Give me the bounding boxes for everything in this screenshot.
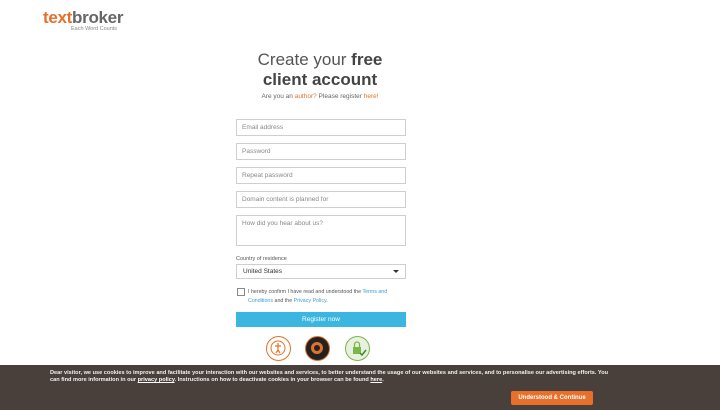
author-link[interactable]: author? bbox=[295, 93, 317, 100]
cookie-text: Dear visitor, we use cookies to improve … bbox=[50, 370, 610, 384]
seal-badge-icon bbox=[266, 336, 291, 361]
logo-tagline: Each Word Counts bbox=[71, 26, 118, 32]
register-button[interactable]: Register now bbox=[236, 312, 406, 327]
how-did-you-hear-field[interactable] bbox=[236, 215, 406, 246]
privacy-policy-link[interactable]: Privacy Policy bbox=[294, 298, 327, 304]
subtitle-prefix: Are you an bbox=[261, 93, 295, 100]
country-select[interactable]: United States bbox=[236, 264, 406, 279]
chevron-down-icon bbox=[393, 270, 399, 273]
subtitle-middle: Please register bbox=[316, 93, 364, 100]
title-prefix: Create your bbox=[257, 50, 352, 69]
consent-middle: and the bbox=[273, 297, 294, 304]
title-bold: free bbox=[351, 50, 383, 69]
cookie-privacy-link[interactable]: privacy policy bbox=[138, 377, 175, 383]
logo-text-part1: text bbox=[43, 8, 73, 27]
award-badge-icon bbox=[305, 336, 330, 361]
consent-suffix: . bbox=[326, 297, 328, 304]
here-link[interactable]: here! bbox=[364, 93, 379, 100]
cookie-text-part2: . Instructions on how to deactivate cook… bbox=[174, 377, 371, 383]
country-label: Country of residence bbox=[236, 256, 287, 262]
textbroker-logo[interactable]: textbroker Each Word Counts bbox=[43, 8, 124, 33]
terms-checkbox[interactable] bbox=[237, 288, 245, 296]
page-title: Create your free client account bbox=[0, 50, 640, 90]
repeat-password-field[interactable] bbox=[236, 167, 406, 184]
cookie-text-part3: . bbox=[382, 377, 384, 383]
understood-continue-button[interactable]: Understood & Continue bbox=[511, 391, 593, 405]
subtitle: Are you an author? Please register here! bbox=[0, 93, 640, 100]
cookie-here-link[interactable]: here bbox=[370, 377, 382, 383]
logo-text-part2: broker bbox=[72, 8, 124, 27]
country-value: United States bbox=[243, 268, 283, 275]
consent-text: I hereby confirm I have read and underst… bbox=[248, 288, 408, 305]
password-field[interactable] bbox=[236, 143, 406, 160]
consent-prefix: I hereby confirm I have read and underst… bbox=[248, 289, 363, 295]
email-field[interactable] bbox=[236, 119, 406, 136]
title-line2: client account bbox=[262, 70, 378, 89]
ssl-secure-badge-icon bbox=[345, 336, 370, 361]
domain-content-field[interactable] bbox=[236, 191, 406, 208]
